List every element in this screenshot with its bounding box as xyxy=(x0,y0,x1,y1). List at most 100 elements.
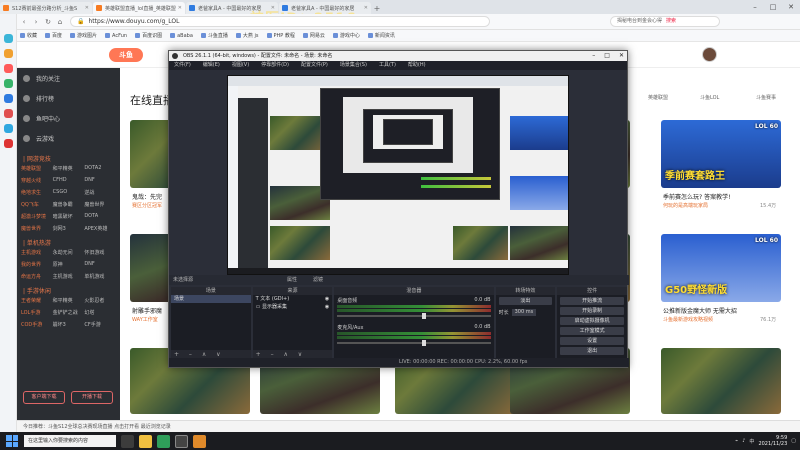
app-shortcut-icon[interactable] xyxy=(4,34,13,43)
menu-view[interactable]: 视图(V) xyxy=(232,61,249,70)
close-tab-icon[interactable]: ✕ xyxy=(85,5,89,11)
transition-select[interactable]: 淡出 xyxy=(498,297,553,305)
maximize-button[interactable]: □ xyxy=(764,0,782,14)
browser-taskbar-icon[interactable] xyxy=(157,434,170,448)
virtual-camera-button[interactable]: 启动虚拟摄像机 xyxy=(560,317,624,325)
menu-edit[interactable]: 编辑(E) xyxy=(203,61,220,70)
category-tag[interactable]: 主机游戏 xyxy=(53,273,85,280)
bookmark-item[interactable]: AcFun xyxy=(105,33,127,39)
app-taskbar-icon[interactable] xyxy=(193,434,206,448)
category-tag[interactable]: 原神 xyxy=(53,261,85,268)
category-tag[interactable]: 和平精英 xyxy=(53,165,85,172)
menu-profile[interactable]: 配置文件(P) xyxy=(301,61,328,70)
stream-card-thumbnail[interactable]: LOL 60 G50野怪新版 xyxy=(661,234,781,302)
source-item[interactable]: T 文本 (GDI+) ◉ xyxy=(253,295,333,303)
slider-handle[interactable] xyxy=(421,313,426,319)
menu-tools[interactable]: 工具(T) xyxy=(379,61,396,70)
category-tag[interactable]: 暗黑破坏 xyxy=(53,213,85,220)
studio-mode-button[interactable]: 工作室模式 xyxy=(560,327,624,335)
bookmark-item[interactable]: 网易云 xyxy=(302,32,325,39)
category-tag[interactable]: QQ飞车 xyxy=(21,201,53,208)
menu-file[interactable]: 文件(F) xyxy=(174,61,191,70)
category-tag[interactable]: 单机游戏 xyxy=(84,273,116,280)
stream-card-title[interactable]: 公推新版金魔大师 无需大招 xyxy=(663,306,737,315)
volume-icon[interactable]: ♪ xyxy=(742,438,745,444)
category-tag[interactable]: 金铲铲之战 xyxy=(53,309,85,316)
new-tab-button[interactable]: + xyxy=(372,4,382,14)
back-icon[interactable]: ‹ xyxy=(18,18,30,26)
sidebar-item-cloud-game[interactable]: 云游戏 xyxy=(17,128,120,148)
bookmark-item[interactable]: 收藏 xyxy=(20,32,37,39)
eye-icon[interactable]: ◉ xyxy=(325,303,329,311)
close-window-button[interactable]: ✕ xyxy=(782,0,800,14)
category-tag[interactable]: 超激斗梦境 xyxy=(21,213,53,220)
site-logo[interactable]: 斗鱼 xyxy=(109,48,143,62)
category-tag[interactable]: 王者荣耀 xyxy=(21,297,53,304)
obs-preview-canvas[interactable] xyxy=(227,75,569,275)
minimize-button[interactable]: – xyxy=(746,0,764,14)
slider-handle[interactable] xyxy=(421,340,426,346)
category-tag[interactable]: DOTA2 xyxy=(84,165,116,172)
settings-button[interactable]: 设置 xyxy=(560,337,624,345)
top-link[interactable]: 英雄联盟 xyxy=(648,94,668,101)
bookmark-item[interactable]: 大燕 js xyxy=(235,32,259,39)
notification-icon[interactable]: ▢ xyxy=(791,438,796,444)
stream-card-title[interactable]: 鬼哉：先完 xyxy=(132,192,162,201)
category-tag[interactable]: 火影忍者 xyxy=(84,297,116,304)
category-tag[interactable]: 和平精英 xyxy=(53,297,85,304)
app-shortcut-icon[interactable] xyxy=(4,109,13,118)
exit-button[interactable]: 退出 xyxy=(560,347,624,355)
category-tag[interactable]: 幻塔 xyxy=(84,309,116,316)
category-tag[interactable]: COD手游 xyxy=(21,321,53,328)
reload-icon[interactable]: ↻ xyxy=(42,18,54,26)
category-tag[interactable]: 绝地求生 xyxy=(21,189,53,196)
stream-card-thumbnail[interactable] xyxy=(661,348,781,414)
start-streaming-button[interactable]: 开始推流 xyxy=(560,297,624,305)
category-tag[interactable]: DNF xyxy=(84,177,116,184)
browser-search-box[interactable]: 揭秘电台到金会心得 搜索 xyxy=(610,16,720,27)
scene-item[interactable]: 场景 xyxy=(171,295,251,303)
category-tag[interactable]: CSGO xyxy=(53,189,85,196)
source-item[interactable]: ▭ 显示器采集 ◉ xyxy=(253,303,333,311)
category-tag[interactable]: APEX英雄 xyxy=(84,225,116,232)
top-link[interactable]: 斗鱼LOL xyxy=(700,94,719,101)
volume-slider[interactable] xyxy=(337,340,491,346)
bookmark-item[interactable]: PHP 教程 xyxy=(266,32,295,39)
user-avatar[interactable] xyxy=(702,47,717,62)
menu-help[interactable]: 帮助(H) xyxy=(408,61,426,70)
category-tag[interactable]: 魔兽争霸 xyxy=(53,201,85,208)
app-shortcut-icon[interactable] xyxy=(4,64,13,73)
app-shortcut-icon[interactable] xyxy=(4,124,13,133)
network-icon[interactable]: ⌁ xyxy=(735,438,738,444)
sidebar-item-ranking[interactable]: 排行榜 xyxy=(17,88,120,108)
category-tag[interactable]: 穿越火线 xyxy=(21,177,53,184)
category-tag[interactable]: 怀旧游戏 xyxy=(84,249,116,256)
category-tag[interactable]: 我的世界 xyxy=(21,261,53,268)
category-tag[interactable]: LOL手游 xyxy=(21,309,53,316)
app-shortcut-icon[interactable] xyxy=(4,49,13,58)
category-tag[interactable]: 英雄联盟 xyxy=(21,165,53,172)
volume-slider[interactable] xyxy=(337,313,491,319)
category-tag[interactable]: 魔兽世界 xyxy=(21,225,53,232)
bookmark-item[interactable]: 百度 xyxy=(45,32,62,39)
obs-close-button[interactable]: ✕ xyxy=(619,51,624,61)
duration-field[interactable]: 300 ms xyxy=(511,309,537,316)
category-tag[interactable]: DOTA xyxy=(84,213,116,220)
taskbar-search-input[interactable]: 在这里输入你要搜索的内容 xyxy=(24,435,116,447)
start-recording-button[interactable]: 开始录制 xyxy=(560,307,624,315)
category-tag[interactable]: CFHD xyxy=(53,177,85,184)
stream-card-title[interactable]: 射雕手邪魔 xyxy=(132,306,162,315)
bookmark-item[interactable]: 百度识图 xyxy=(135,32,162,39)
obs-maximize-button[interactable]: □ xyxy=(604,51,610,61)
category-tag[interactable]: 崩坏3 xyxy=(53,321,85,328)
search-button[interactable]: 搜索 xyxy=(666,18,676,24)
broadcast-download-button[interactable]: 开播下载 xyxy=(71,391,113,404)
input-language[interactable]: 中 xyxy=(749,438,754,445)
category-tag[interactable]: CF手游 xyxy=(84,321,116,328)
app-shortcut-icon[interactable] xyxy=(4,79,13,88)
obs-taskbar-icon[interactable] xyxy=(175,434,188,448)
forward-icon[interactable]: › xyxy=(30,18,42,26)
browser-tab[interactable]: S12赛前最强分路分析_斗鱼S ✕ xyxy=(0,2,92,14)
app-shortcut-icon[interactable] xyxy=(4,139,13,148)
bookmark-item[interactable]: aBaba xyxy=(170,33,193,39)
